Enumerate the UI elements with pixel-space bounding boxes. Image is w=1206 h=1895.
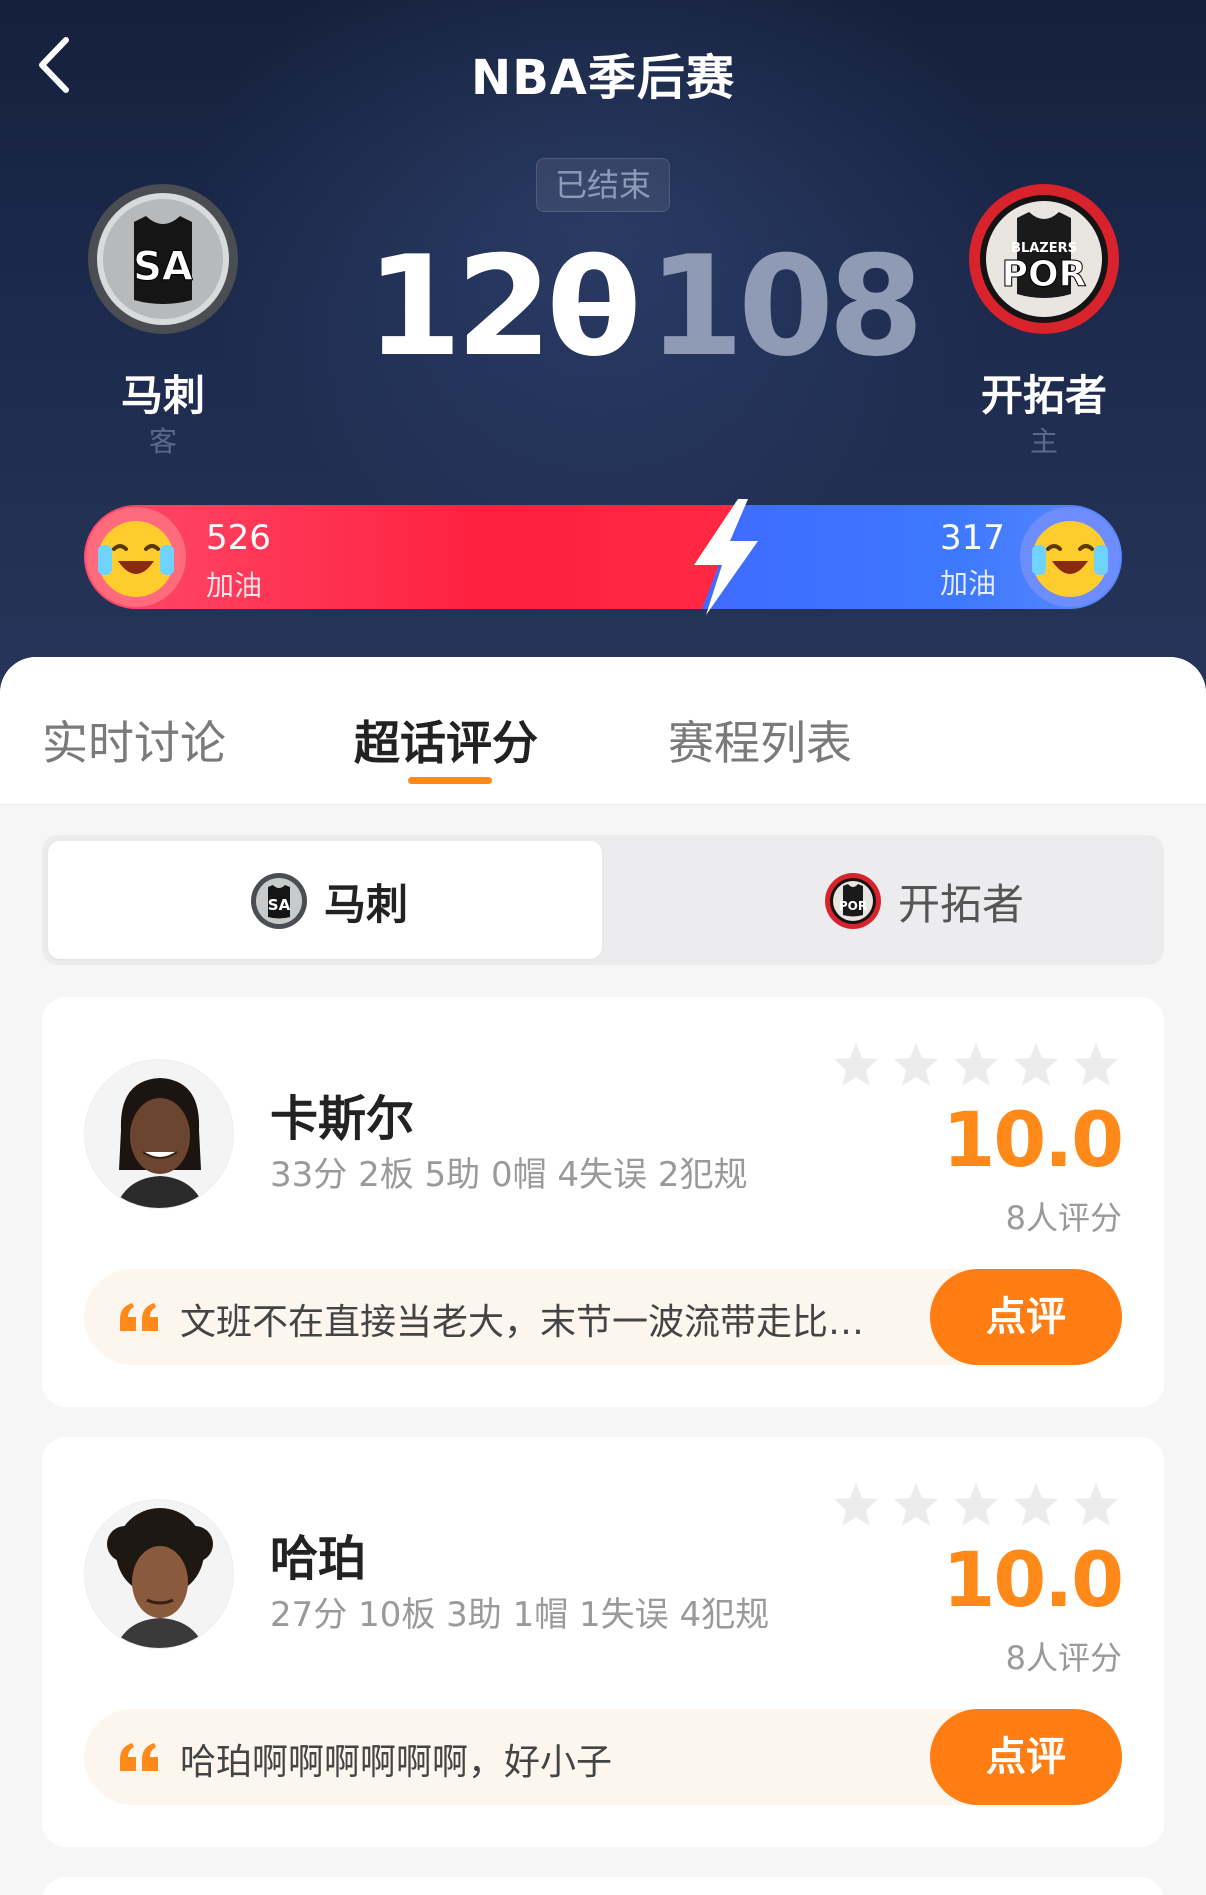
top-comment[interactable]: 哈珀啊啊啊啊啊啊，好小子 点评	[84, 1709, 1122, 1805]
home-cheer-count: 317	[940, 518, 1005, 558]
away-team-logo[interactable]: SA	[86, 182, 240, 336]
star-icon	[1014, 1043, 1058, 1086]
review-button[interactable]: 点评	[930, 1269, 1122, 1365]
match-header: NBA季后赛 已结束 SA 马刺 客 120 108 BLAZERS POR 开…	[0, 0, 1206, 700]
home-score: 108	[648, 226, 924, 387]
star-icon	[834, 1483, 878, 1526]
star-icon	[954, 1483, 998, 1526]
player-rating-card[interactable]	[42, 1877, 1164, 1895]
home-team-logo[interactable]: BLAZERS POR	[967, 182, 1121, 336]
player-rating-card[interactable]: 哈珀 27分 10板 3助 1帽 1失误 4犯规 10.0 8人评分 哈珀啊啊啊…	[42, 1437, 1164, 1847]
content-panel: 实时讨论 超话评分 赛程列表 SA 马刺 POR 开拓者 卡斯尔 33分 2板 …	[0, 657, 1206, 1895]
quote-icon	[120, 1743, 158, 1771]
team-switch-blazers[interactable]: POR 开拓者	[604, 841, 1158, 959]
player-rating-card[interactable]: 卡斯尔 33分 2板 5助 0帽 4失误 2犯规 10.0 8人评分 文班不在直…	[42, 997, 1164, 1407]
comment-text: 文班不在直接当老大，末节一波流带走比赛…	[180, 1302, 880, 1343]
tab-super-topic-rating[interactable]: 超话评分	[354, 707, 538, 773]
home-team-role: 主	[1029, 425, 1058, 458]
star-rating[interactable]	[832, 1481, 1122, 1529]
star-icon	[834, 1043, 878, 1086]
rating-count: 8人评分	[1005, 1199, 1122, 1237]
home-cheer-button[interactable]	[1018, 505, 1122, 609]
away-team-name: 马刺	[120, 371, 205, 420]
lightning-icon	[694, 499, 758, 615]
away-cheer-label: 加油	[206, 569, 263, 602]
tab-bar: 实时讨论 超话评分 赛程列表	[0, 657, 1206, 805]
star-icon	[1014, 1483, 1058, 1526]
player-portrait-icon	[85, 1060, 233, 1208]
star-icon	[1074, 1043, 1118, 1086]
player-avatar[interactable]	[84, 1499, 234, 1649]
spurs-logo-icon: SA	[251, 873, 307, 929]
laughing-emoji-icon	[1020, 507, 1120, 607]
home-cheer-label: 加油	[940, 567, 997, 600]
player-portrait-icon	[85, 1500, 233, 1648]
team-switch-spurs[interactable]: SA 马刺	[48, 841, 602, 959]
review-button[interactable]: 点评	[930, 1709, 1122, 1805]
quote-icon	[120, 1303, 158, 1331]
score-separator	[578, 302, 624, 316]
home-team-name: 开拓者	[980, 371, 1107, 420]
top-comment[interactable]: 文班不在直接当老大，末节一波流带走比赛… 点评	[84, 1269, 1122, 1365]
star-icon	[954, 1043, 998, 1086]
svg-text:POR: POR	[839, 899, 867, 913]
away-team-role: 客	[148, 425, 177, 458]
player-stats: 27分 10板 3助 1帽 1失误 4犯规	[270, 1595, 770, 1635]
svg-text:SA: SA	[268, 896, 291, 914]
blazers-logo-icon: POR	[825, 873, 881, 929]
svg-text:SA: SA	[133, 244, 193, 290]
comment-text: 哈珀啊啊啊啊啊啊，好小子	[180, 1742, 613, 1783]
active-tab-indicator	[408, 777, 492, 784]
star-icon	[1074, 1483, 1118, 1526]
team-switcher: SA 马刺 POR 开拓者	[42, 835, 1164, 965]
blazers-logo-icon: BLAZERS POR	[969, 184, 1119, 334]
star-icon	[894, 1483, 938, 1526]
match-status-badge: 已结束	[536, 158, 670, 212]
team-switch-label: 马刺	[324, 880, 409, 929]
player-name: 哈珀	[270, 1531, 367, 1587]
player-name: 卡斯尔	[270, 1091, 415, 1147]
rating-count: 8人评分	[1005, 1639, 1122, 1677]
tab-schedule-list[interactable]: 赛程列表	[668, 707, 852, 773]
player-score: 10.0	[942, 1535, 1124, 1624]
tab-live-discussion[interactable]: 实时讨论	[42, 707, 226, 773]
player-avatar[interactable]	[84, 1059, 234, 1209]
player-stats: 33分 2板 5助 0帽 4失误 2犯规	[270, 1155, 748, 1195]
away-cheer-count: 526	[206, 518, 271, 558]
player-score: 10.0	[942, 1095, 1124, 1184]
spurs-logo-icon: SA	[88, 184, 238, 334]
page-title: NBA季后赛	[471, 50, 735, 106]
star-icon	[894, 1043, 938, 1086]
team-switch-label: 开拓者	[898, 880, 1025, 929]
star-rating[interactable]	[832, 1041, 1122, 1089]
away-cheer-button[interactable]	[84, 505, 188, 609]
laughing-emoji-icon	[86, 507, 186, 607]
svg-text:POR: POR	[1002, 254, 1087, 295]
